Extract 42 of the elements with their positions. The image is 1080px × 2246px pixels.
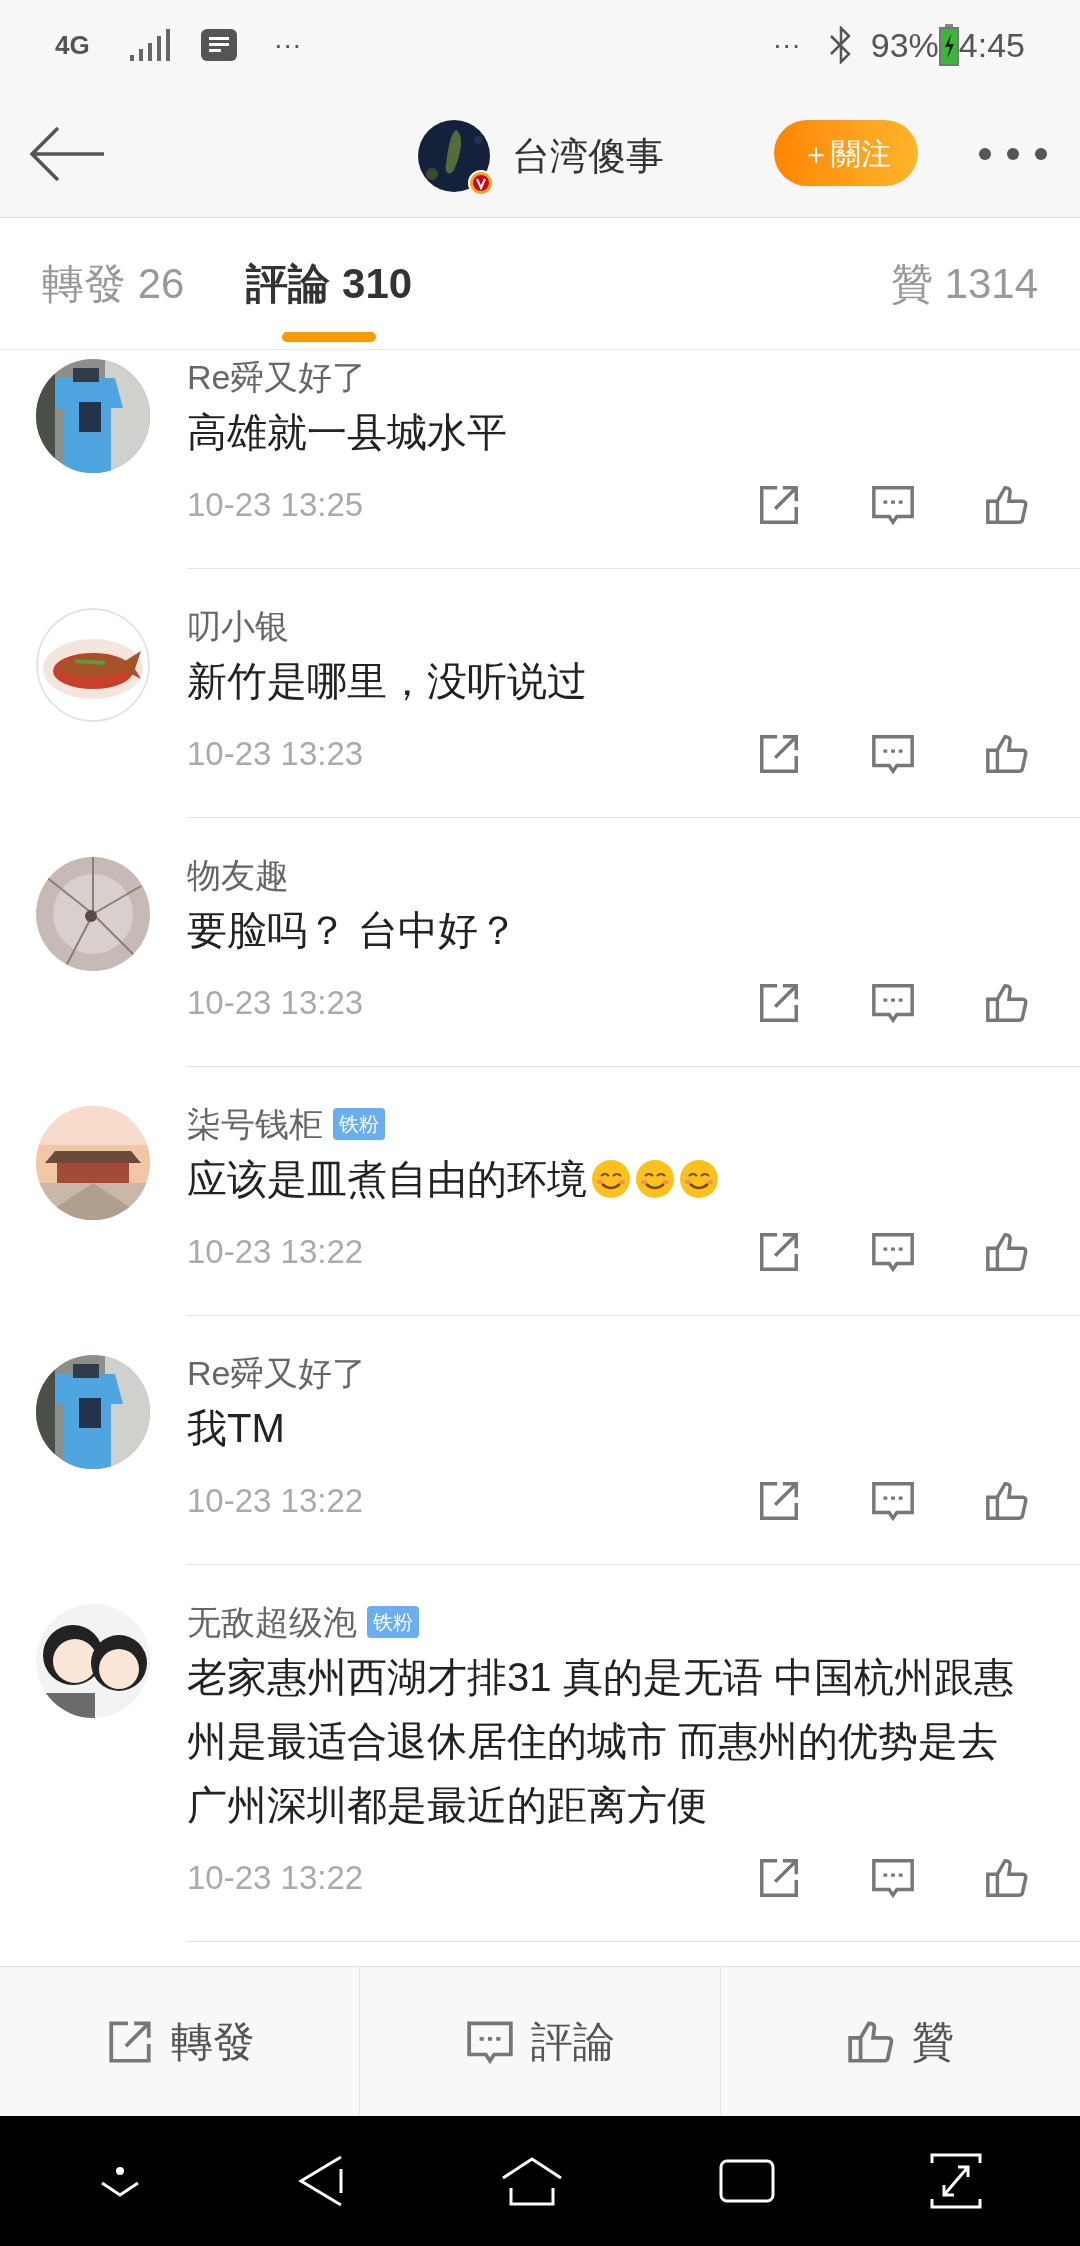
fan-badge: 铁粉: [333, 1108, 385, 1140]
verified-badge-icon: [468, 170, 494, 196]
network-type: 4G: [55, 28, 90, 62]
comment-text: 要脸吗？ 台中好？: [187, 907, 519, 954]
timestamp: 10-23 13:23: [187, 983, 365, 1024]
more-notifications: ···: [772, 28, 801, 62]
tab[interactable]: 評論 310: [246, 217, 413, 350]
comment-text: 高雄就一县城水平: [187, 409, 507, 456]
username[interactable]: Re舜又好了: [187, 1347, 367, 1399]
timestamp: 10-23 13:22: [187, 1232, 365, 1273]
recent-apps-icon[interactable]: [718, 2159, 775, 2203]
username[interactable]: 柒号钱柜: [187, 1098, 323, 1150]
battery-charging-icon: [938, 24, 959, 66]
bluetooth-icon: [828, 26, 853, 64]
timestamp: 10-23 13:22: [187, 1858, 365, 1899]
comment-text: 新竹是哪里，没听说过: [187, 658, 587, 705]
account-name: 台湾傻事: [512, 133, 664, 179]
smiling-face-icon: [679, 1159, 719, 1199]
comment-text: 应该是皿煮自由的环境: [187, 1156, 587, 1203]
smiling-face-icon: [635, 1159, 675, 1199]
back-icon[interactable]: [297, 2155, 346, 2207]
username[interactable]: 无敌超级泡: [187, 1596, 357, 1648]
fan-badge: 铁粉: [367, 1606, 419, 1638]
comment-text: 我TM: [187, 1405, 285, 1452]
clock: 4:45: [958, 24, 1025, 66]
username[interactable]: Re舜又好了: [187, 351, 367, 403]
back-arrow-icon[interactable]: [30, 125, 104, 182]
battery-percent: 93%: [870, 24, 939, 66]
username[interactable]: 叨小银: [187, 600, 289, 652]
home-icon[interactable]: [501, 2156, 563, 2206]
expand-icon[interactable]: [930, 2153, 983, 2209]
timestamp: 10-23 13:22: [187, 1481, 365, 1522]
more-icon[interactable]: [978, 146, 1048, 162]
signal-icon: [129, 29, 170, 61]
timestamp: 10-23 13:23: [187, 734, 365, 775]
timestamp: 10-23 13:25: [187, 485, 365, 526]
smiling-face-icon: [591, 1159, 631, 1199]
username[interactable]: 物友趣: [187, 849, 289, 901]
comment-text: 老家惠州西湖才排31 真的是无语 中国杭州跟惠州是最适合退休居住的城市 而惠州的优势是去广州深圳都是最近的距离方便: [187, 1654, 1015, 1829]
repost-button[interactable]: 轉發: [0, 1966, 360, 2117]
message-icon: [199, 28, 238, 62]
more-notifications: ···: [273, 28, 302, 62]
